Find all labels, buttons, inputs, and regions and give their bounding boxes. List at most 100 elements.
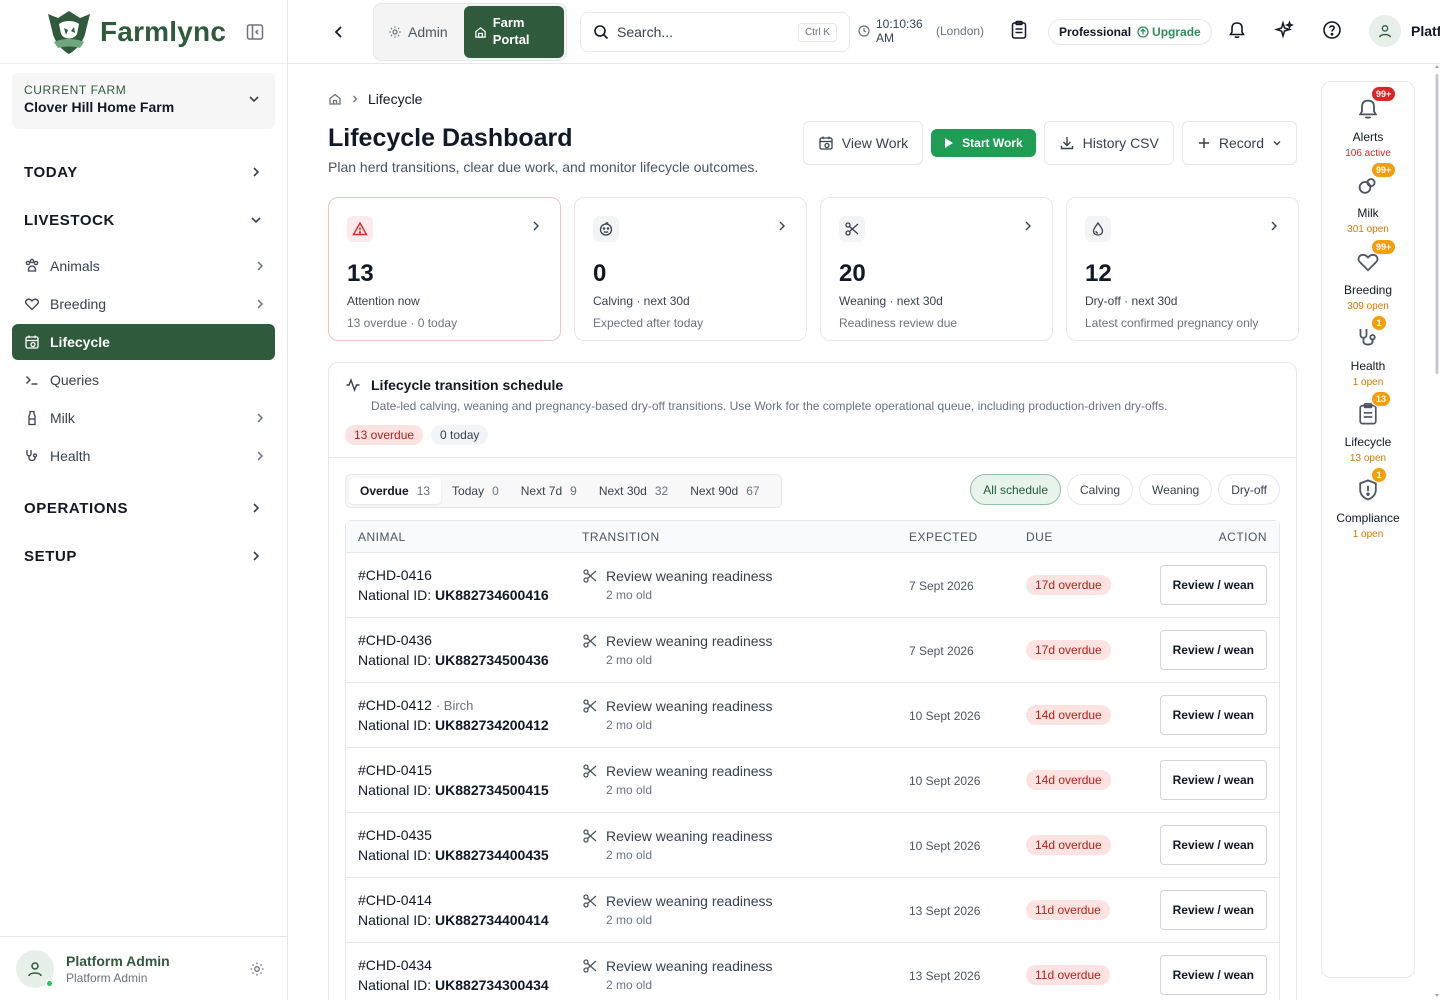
rail-sub: 106 active (1345, 148, 1391, 159)
column-header-transition[interactable]: TRANSITION (582, 530, 909, 544)
animal-id[interactable]: #CHD-0436 (358, 632, 432, 648)
page-scrollbar[interactable] (1434, 64, 1440, 1000)
table-row[interactable]: #CHD-0412 · Birch National ID: UK88273420… (346, 682, 1279, 747)
start-work-button[interactable]: Start Work (931, 129, 1036, 157)
rail-lifecycle[interactable]: 13 Lifecycle 13 open (1322, 391, 1414, 464)
animal-id[interactable]: #CHD-0414 (358, 892, 432, 908)
admin-tab[interactable]: Admin (376, 6, 460, 58)
plan-badge[interactable]: Professional Upgrade (1048, 19, 1212, 45)
tab-count: 32 (654, 484, 669, 498)
column-header-due[interactable]: DUE (1026, 530, 1146, 544)
rail-health[interactable]: 1 Health 1 open (1322, 315, 1414, 388)
table-row[interactable]: #CHD-0435 National ID: UK882734400435 Rev… (346, 812, 1279, 877)
bell-icon[interactable] (1227, 20, 1247, 40)
sidebar-item-lifecycle[interactable]: Lifecycle (12, 324, 275, 360)
due-badge: 17d overdue (1026, 640, 1111, 660)
start-work-label: Start Work (962, 136, 1023, 150)
table-row[interactable]: #CHD-0436 National ID: UK882734500436 Rev… (346, 617, 1279, 682)
sidebar-item-milk[interactable]: Milk (12, 400, 275, 436)
farm-portal-tab[interactable]: Farm Portal (463, 6, 564, 58)
animal-age: 2 mo old (606, 653, 653, 667)
sidebar-collapse-icon[interactable] (245, 22, 265, 42)
nav-section-setup[interactable]: SETUP (12, 536, 275, 576)
chevron-right-icon (1268, 220, 1280, 232)
review-wean-button[interactable]: Review / wean (1159, 955, 1267, 995)
farm-selector[interactable]: CURRENT FARM Clover Hill Home Farm (12, 73, 275, 129)
animal-id[interactable]: #CHD-0415 (358, 762, 432, 778)
action-cell: Review / wean (1146, 890, 1279, 930)
chevron-right-icon (253, 411, 267, 425)
table-body: #CHD-0416 National ID: UK882734600416 Rev… (346, 552, 1279, 1000)
sidebar-item-health[interactable]: Health (12, 438, 275, 474)
filter-weaning[interactable]: Weaning (1139, 474, 1213, 505)
weaning-card[interactable]: 20 Weaning · next 30d Readiness review d… (820, 197, 1053, 341)
sidebar-item-queries[interactable]: Queries (12, 362, 275, 398)
search-input[interactable]: Search... Ctrl K (580, 12, 850, 52)
nav-section-operations[interactable]: OPERATIONS (12, 488, 275, 528)
animal-id[interactable]: #CHD-0434 (358, 957, 432, 973)
animal-id[interactable]: #CHD-0416 (358, 567, 432, 583)
filter-all-schedule[interactable]: All schedule (970, 474, 1062, 505)
table-row[interactable]: #CHD-0434 National ID: UK882734300434 Rev… (346, 942, 1279, 1000)
filter-calving[interactable]: Calving (1067, 474, 1134, 505)
transition-cell: Review weaning readiness 2 mo old (582, 828, 909, 862)
tab-overdue[interactable]: Overdue 13 (349, 478, 442, 504)
animal-id[interactable]: #CHD-0435 (358, 827, 432, 843)
review-wean-button[interactable]: Review / wean (1159, 630, 1267, 670)
rail-compliance[interactable]: 1 Compliance 1 open (1322, 467, 1414, 540)
card-value: 20 (839, 260, 866, 287)
rail-label: Breeding (1343, 283, 1393, 297)
review-wean-button[interactable]: Review / wean (1159, 890, 1267, 930)
help-icon[interactable] (1322, 20, 1342, 40)
tab-next-90d[interactable]: Next 90d 67 (679, 478, 770, 504)
column-header-animal[interactable]: ANIMAL (346, 530, 582, 544)
home-icon[interactable] (328, 92, 342, 106)
rail-milk[interactable]: 99+ Milk 301 open (1322, 162, 1414, 235)
brand-name: Farmlync (100, 15, 227, 47)
record-button[interactable]: Record (1181, 121, 1297, 165)
tab-count: 67 (746, 484, 760, 498)
table-row[interactable]: #CHD-0415 National ID: UK882734500415 Rev… (346, 747, 1279, 812)
chevron-right-icon (350, 94, 360, 104)
nav-section-today[interactable]: TODAY (12, 152, 275, 192)
animal-id[interactable]: #CHD-0412 (358, 697, 432, 713)
animal-cell: #CHD-0415 National ID: UK882734500415 (346, 762, 582, 798)
rail-alerts[interactable]: 99+ Alerts 106 active (1322, 86, 1414, 159)
sidebar-item-animals[interactable]: Animals (12, 248, 275, 284)
expected-cell: 13 Sept 2026 (909, 968, 1026, 983)
table-row[interactable]: #CHD-0414 National ID: UK882734400414 Rev… (346, 877, 1279, 942)
logo[interactable]: Farmlync (44, 8, 226, 56)
card-label: Weaning · next 30d (839, 294, 943, 308)
action-cell: Review / wean (1146, 760, 1279, 800)
sidebar-item-breeding[interactable]: Breeding (12, 286, 275, 322)
column-header-expected[interactable]: EXPECTED (909, 530, 1026, 544)
avatar (1369, 15, 1401, 47)
card-label: Calving · next 30d (593, 294, 690, 308)
tab-next-7d[interactable]: Next 7d 9 (510, 478, 588, 504)
clipboard-icon[interactable] (1010, 20, 1028, 40)
review-wean-button[interactable]: Review / wean (1159, 825, 1267, 865)
attention-card[interactable]: 13 Attention now 13 overdue · 0 today (328, 197, 561, 341)
table-row[interactable]: #CHD-0416 National ID: UK882734600416 Rev… (346, 552, 1279, 617)
card-label: Attention now (347, 294, 420, 308)
user-profile[interactable]: Platform Admin Platform Admin (0, 936, 287, 1000)
review-wean-button[interactable]: Review / wean (1159, 695, 1267, 735)
rail-breeding[interactable]: 99+ Breeding 309 open (1322, 239, 1414, 312)
dry-off-card[interactable]: 12 Dry-off · next 30d Latest confirmed p… (1066, 197, 1299, 341)
tab-today[interactable]: Today 0 (441, 478, 510, 504)
nav-section-livestock[interactable]: LIVESTOCK (12, 200, 275, 240)
review-wean-button[interactable]: Review / wean (1159, 565, 1267, 605)
review-wean-button[interactable]: Review / wean (1159, 760, 1267, 800)
calving-card[interactable]: 0 Calving · next 30d Expected after toda… (574, 197, 807, 341)
top-user-menu[interactable]: Platf (1369, 15, 1440, 47)
gear-icon[interactable] (249, 961, 265, 977)
sparkles-icon[interactable] (1274, 20, 1294, 40)
tab-next-30d[interactable]: Next 30d 32 (588, 478, 679, 504)
back-arrow-icon[interactable] (330, 23, 348, 41)
tab-label: Next 30d (598, 484, 647, 498)
view-work-button[interactable]: View Work (802, 121, 924, 165)
filter-dry-off[interactable]: Dry-off (1218, 474, 1280, 505)
upgrade-link[interactable]: Upgrade (1137, 25, 1201, 39)
history-csv-button[interactable]: History CSV (1043, 121, 1174, 165)
national-id-label: National ID: (358, 782, 432, 798)
